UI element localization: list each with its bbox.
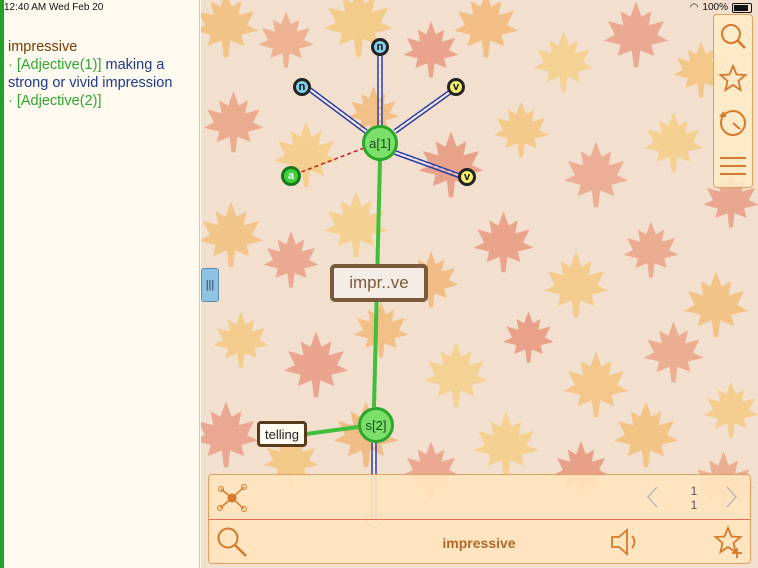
chevron-left-icon <box>646 486 658 508</box>
center-word-box[interactable]: impr..ve <box>330 264 428 302</box>
current-word: impressive <box>442 535 516 551</box>
related-word-box[interactable]: telling <box>257 421 307 447</box>
chevron-right-icon <box>726 486 738 508</box>
status-bar: 12:40 AM Wed Feb 20 ◠ 100% <box>0 0 758 14</box>
page-current: 1 <box>690 484 698 498</box>
battery-icon <box>732 2 752 13</box>
grip-icon: ||| <box>205 279 215 291</box>
add-favorite-button[interactable] <box>713 525 747 564</box>
speaker-icon <box>611 528 636 556</box>
panel-toggle-tab[interactable]: ||| <box>201 268 219 302</box>
sense-pos[interactable]: · [Adjective(2)] <box>8 93 101 109</box>
search-button[interactable] <box>714 15 752 57</box>
star-plus-icon <box>713 525 743 558</box>
next-button[interactable] <box>723 485 739 514</box>
definition-panel: impressive · [Adjective(1)] making a str… <box>0 0 200 568</box>
node-noun-left[interactable]: n <box>293 78 311 96</box>
definition-sense-2: · [Adjective(2)] <box>8 92 200 110</box>
node-label: n <box>298 81 306 93</box>
center-word-label: impr..ve <box>349 273 409 292</box>
previous-button[interactable] <box>645 485 661 514</box>
related-word-label: telling <box>265 426 299 442</box>
sense-pos[interactable]: · [Adjective(1)] <box>8 57 101 73</box>
definition-sense-1: · [Adjective(1)] making a strong or vivi… <box>8 56 200 92</box>
search-icon <box>217 527 247 557</box>
node-label: n <box>376 41 384 53</box>
status-right: ◠ 100% <box>690 2 752 13</box>
node-label: s[2] <box>365 417 387 433</box>
node-label: a <box>287 170 295 182</box>
network-graph-icon <box>217 484 247 512</box>
search-icon <box>721 24 746 49</box>
page-indicator: 1 1 <box>687 484 701 512</box>
node-verb-upper[interactable]: v <box>447 78 465 96</box>
menu-button[interactable] <box>714 145 752 187</box>
star-icon <box>718 63 748 92</box>
bottom-bar: 1 1 impressive <box>208 474 751 564</box>
bottom-search-button[interactable] <box>215 525 249 564</box>
node-label: v <box>452 81 460 93</box>
definition-headword: impressive <box>8 39 78 55</box>
status-time: 12:40 AM Wed Feb 20 <box>4 2 104 13</box>
favorites-button[interactable] <box>714 57 752 99</box>
hamburger-menu-icon <box>720 157 746 175</box>
node-adjective-1[interactable]: a[1] <box>362 125 398 161</box>
wifi-icon: ◠ <box>689 2 699 13</box>
right-toolbar <box>713 14 753 188</box>
page-total: 1 <box>690 498 698 512</box>
definition-text: impressive · [Adjective(1)] making a str… <box>8 38 200 110</box>
pronounce-button[interactable] <box>609 527 643 562</box>
node-noun-top[interactable]: n <box>371 38 389 56</box>
battery-percent: 100% <box>702 2 728 13</box>
node-label: v <box>463 171 471 183</box>
node-synset-2[interactable]: s[2] <box>358 407 394 443</box>
history-button[interactable] <box>714 101 752 143</box>
graph-view-button[interactable] <box>215 481 249 520</box>
node-adjective-left[interactable]: a <box>281 166 301 186</box>
node-label: a[1] <box>369 135 391 151</box>
history-icon <box>719 110 746 136</box>
bottom-bar-divider <box>209 519 750 520</box>
node-verb-lower[interactable]: v <box>458 168 476 186</box>
